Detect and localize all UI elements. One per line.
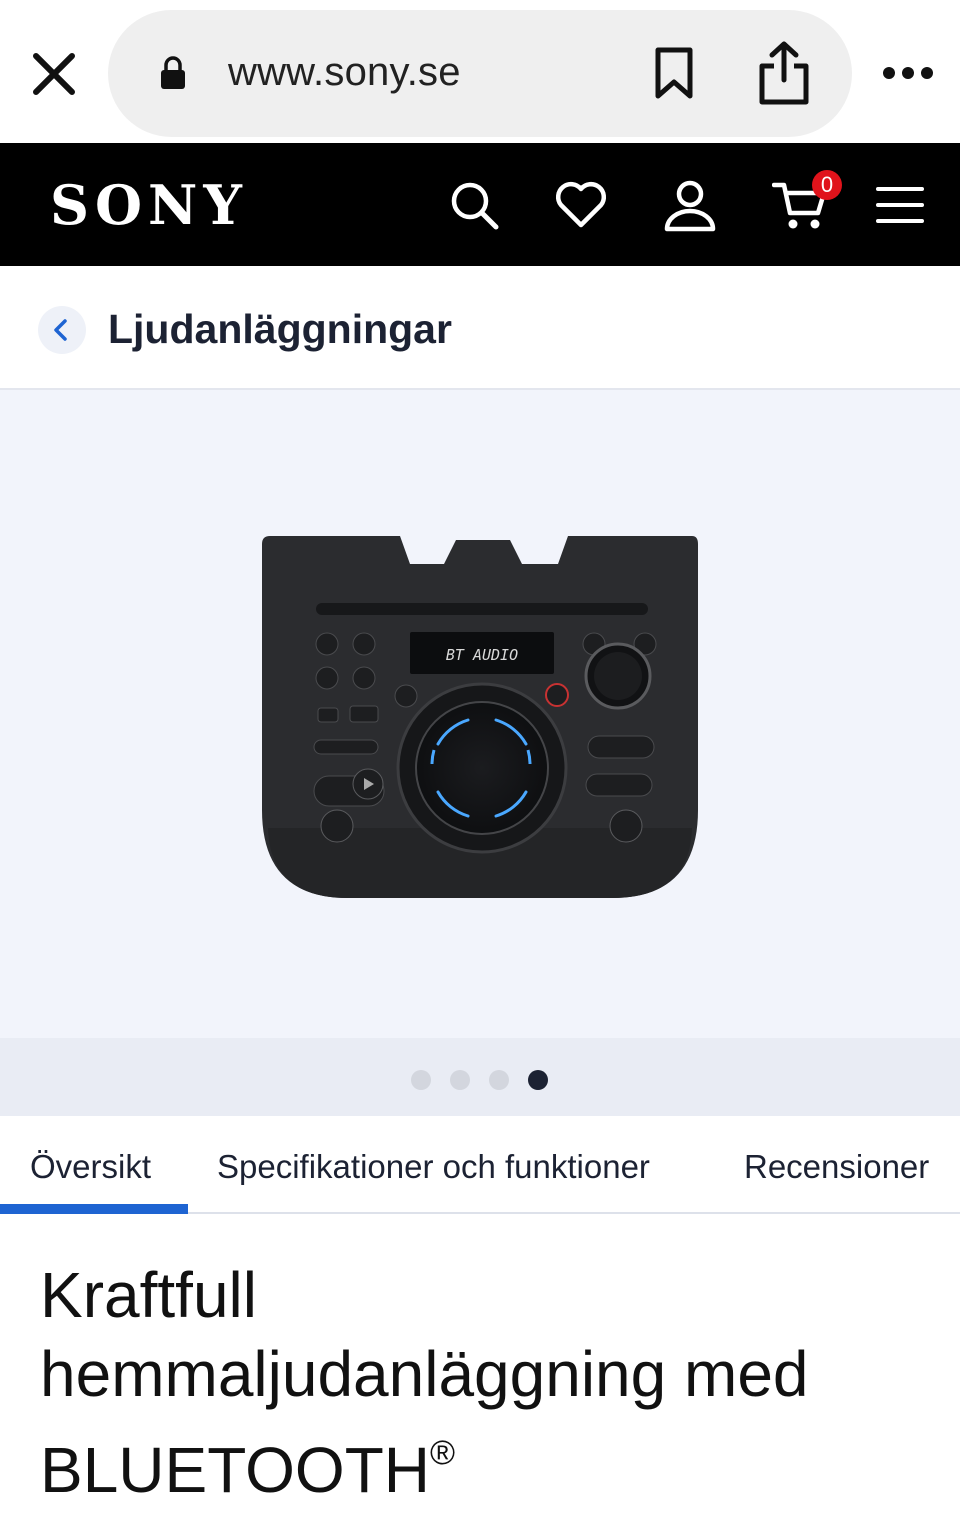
registered-mark: ® <box>430 1434 456 1472</box>
tab-reviews[interactable]: Recensioner <box>744 1148 929 1186</box>
search-icon[interactable] <box>446 177 502 233</box>
product-tabs: Översikt Specifikationer och funktioner … <box>0 1116 960 1214</box>
close-icon[interactable] <box>28 48 80 100</box>
active-tab-indicator <box>0 1204 188 1214</box>
breadcrumb: Ljudanläggningar <box>0 266 960 390</box>
pagination-dot[interactable] <box>411 1070 431 1090</box>
product-headline: Kraftfull hemmaljudanläggning med BLUETO… <box>40 1256 920 1510</box>
menu-icon[interactable] <box>872 177 928 233</box>
back-button[interactable] <box>38 306 86 354</box>
pagination-dot-active[interactable] <box>528 1070 548 1090</box>
chevron-left-icon <box>54 319 67 341</box>
product-gallery[interactable]: BT AUDIO <box>0 390 960 1038</box>
lock-icon <box>161 56 185 89</box>
browser-toolbar: www.sony.se <box>0 0 960 143</box>
site-header: SONY <box>0 143 960 266</box>
heart-icon[interactable] <box>553 177 609 233</box>
headline-line-1: Kraftfull <box>40 1259 257 1331</box>
bookmark-icon[interactable] <box>652 46 696 100</box>
share-icon[interactable] <box>756 40 812 106</box>
address-bar[interactable] <box>108 10 852 137</box>
product-image: BT AUDIO <box>262 536 698 898</box>
tab-specifications[interactable]: Specifikationer och funktioner <box>217 1148 650 1186</box>
cart-count-badge: 0 <box>812 170 842 200</box>
more-icon[interactable] <box>880 62 936 84</box>
user-icon[interactable] <box>662 177 718 233</box>
breadcrumb-label[interactable]: Ljudanläggningar <box>108 306 452 353</box>
headline-line-2: hemmaljudanläggning med <box>40 1338 809 1410</box>
sony-logo[interactable]: SONY <box>50 173 248 237</box>
headline-line-3: BLUETOOTH <box>40 1434 430 1506</box>
pagination-dot[interactable] <box>489 1070 509 1090</box>
tab-overview[interactable]: Översikt <box>30 1148 151 1186</box>
gallery-pagination <box>0 1038 960 1116</box>
url-text[interactable]: www.sony.se <box>228 50 461 95</box>
pagination-dot[interactable] <box>450 1070 470 1090</box>
device-display-text: BT AUDIO <box>446 646 518 664</box>
